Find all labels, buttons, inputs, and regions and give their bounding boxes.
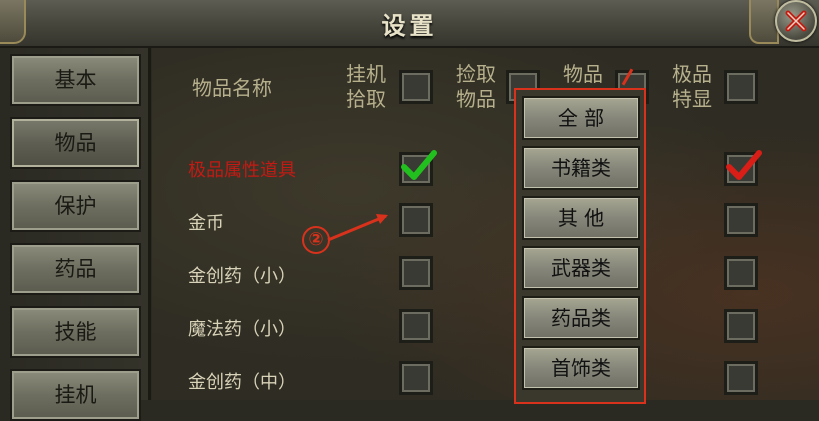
row-gold-highlight-checkbox[interactable] (724, 203, 758, 237)
window-title: 设置 (381, 12, 438, 40)
dropdown-option-books[interactable]: 书籍类 (522, 146, 640, 190)
sidebar-item-items[interactable]: 物品 (10, 117, 141, 169)
row-hp-small-autopickup-checkbox[interactable] (399, 256, 433, 290)
row-special-autopickup-checkbox[interactable] (399, 150, 437, 186)
row-label-gold: 金币 (188, 213, 224, 234)
header-item-name: 物品名称 (192, 76, 272, 100)
row-special-highlight-checkbox[interactable] (724, 150, 762, 186)
dropdown-option-all[interactable]: 全 部 (522, 96, 640, 140)
header-highlight-checkbox[interactable] (724, 70, 758, 104)
sidebar-item-potions[interactable]: 药品 (10, 243, 141, 295)
row-gold-autopickup-checkbox[interactable] (399, 203, 433, 237)
annotation-arrow-icon (327, 214, 388, 242)
sidebar-item-basic[interactable]: 基本 (10, 54, 141, 106)
title-bar: 设置 (0, 0, 819, 48)
header-highlight: 极品 特显 (672, 62, 712, 111)
header-auto-pickup-checkbox[interactable] (399, 70, 433, 104)
red-check-icon (726, 150, 762, 180)
header-pickup-item: 捡取 物品 (456, 62, 496, 111)
row-hp-medium-autopickup-checkbox[interactable] (399, 361, 433, 395)
sidebar: 基本 物品 保护 药品 技能 挂机 (0, 48, 151, 421)
header-item-type: 物品 (563, 62, 603, 86)
row-label-hp-potion-medium: 金创药（中） (188, 372, 296, 393)
sidebar-item-protect[interactable]: 保护 (10, 180, 141, 232)
sidebar-item-idle[interactable]: 挂机 (10, 369, 141, 421)
row-mp-small-highlight-checkbox[interactable] (724, 309, 758, 343)
dropdown-option-jewelry[interactable]: 首饰类 (522, 346, 640, 390)
header-auto-pickup: 挂机 拾取 (346, 62, 386, 111)
row-mp-small-autopickup-checkbox[interactable] (399, 309, 433, 343)
sidebar-item-skills[interactable]: 技能 (10, 306, 141, 358)
green-check-icon (401, 150, 437, 180)
item-type-dropdown: 全 部 书籍类 其 他 武器类 药品类 首饰类 (514, 88, 646, 404)
row-hp-medium-highlight-checkbox[interactable] (724, 361, 758, 395)
dropdown-option-other[interactable]: 其 他 (522, 196, 640, 240)
close-button[interactable] (775, 0, 817, 42)
row-label-mp-potion-small: 魔法药（小） (188, 319, 296, 340)
dropdown-option-weapons[interactable]: 武器类 (522, 246, 640, 290)
row-label-hp-potion-small: 金创药（小） (188, 266, 296, 287)
row-hp-small-highlight-checkbox[interactable] (724, 256, 758, 290)
row-label-special-item: 极品属性道具 (188, 160, 296, 181)
dropdown-option-potions[interactable]: 药品类 (522, 296, 640, 340)
close-icon (785, 10, 807, 32)
